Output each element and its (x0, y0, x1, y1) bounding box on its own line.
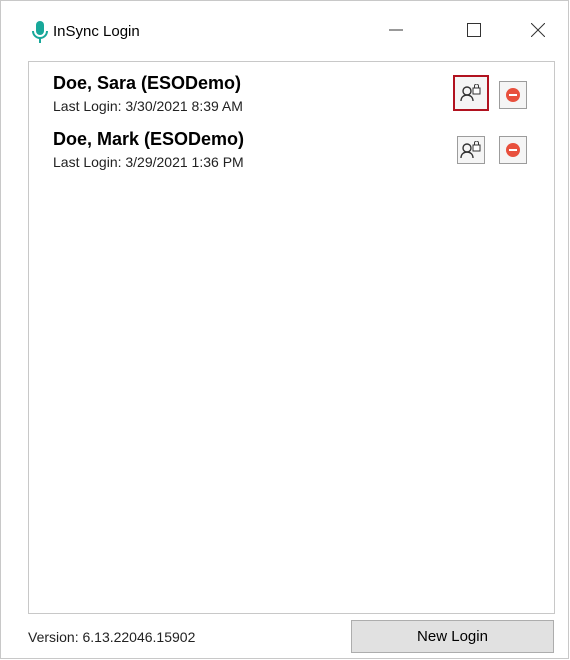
remove-icon (506, 143, 520, 157)
user-lock-icon (460, 141, 481, 159)
login-item-mark[interactable]: Doe, Mark (ESODemo) Last Login: 3/29/202… (29, 118, 554, 174)
switch-user-button[interactable] (457, 136, 485, 164)
remove-icon (506, 88, 520, 102)
maximize-icon (467, 23, 481, 37)
last-login-text: Last Login: 3/29/2021 1:36 PM (53, 154, 244, 170)
version-label: Version: 6.13.22046.15902 (28, 629, 196, 645)
login-name: Doe, Mark (ESODemo) (53, 129, 245, 149)
close-icon (531, 23, 545, 37)
minimize-icon (389, 29, 403, 31)
user-lock-icon (460, 84, 481, 102)
window-title: InSync Login (53, 23, 140, 40)
insync-login-window: InSync Login Doe, Sara (ESODemo) Last Lo… (0, 0, 569, 659)
switch-user-button[interactable] (453, 75, 489, 111)
minimize-button[interactable] (373, 11, 419, 49)
login-item-sara[interactable]: Doe, Sara (ESODemo) Last Login: 3/30/202… (29, 62, 554, 118)
new-login-button[interactable]: New Login (351, 620, 554, 653)
remove-login-button[interactable] (499, 81, 527, 109)
close-button[interactable] (515, 11, 561, 49)
login-list: Doe, Sara (ESODemo) Last Login: 3/30/202… (28, 61, 555, 614)
maximize-button[interactable] (451, 11, 497, 49)
microphone-icon (32, 21, 48, 45)
title-bar[interactable]: InSync Login (1, 1, 568, 49)
login-name: Doe, Sara (ESODemo) (53, 73, 242, 93)
remove-login-button[interactable] (499, 136, 527, 164)
last-login-text: Last Login: 3/30/2021 8:39 AM (53, 98, 243, 114)
